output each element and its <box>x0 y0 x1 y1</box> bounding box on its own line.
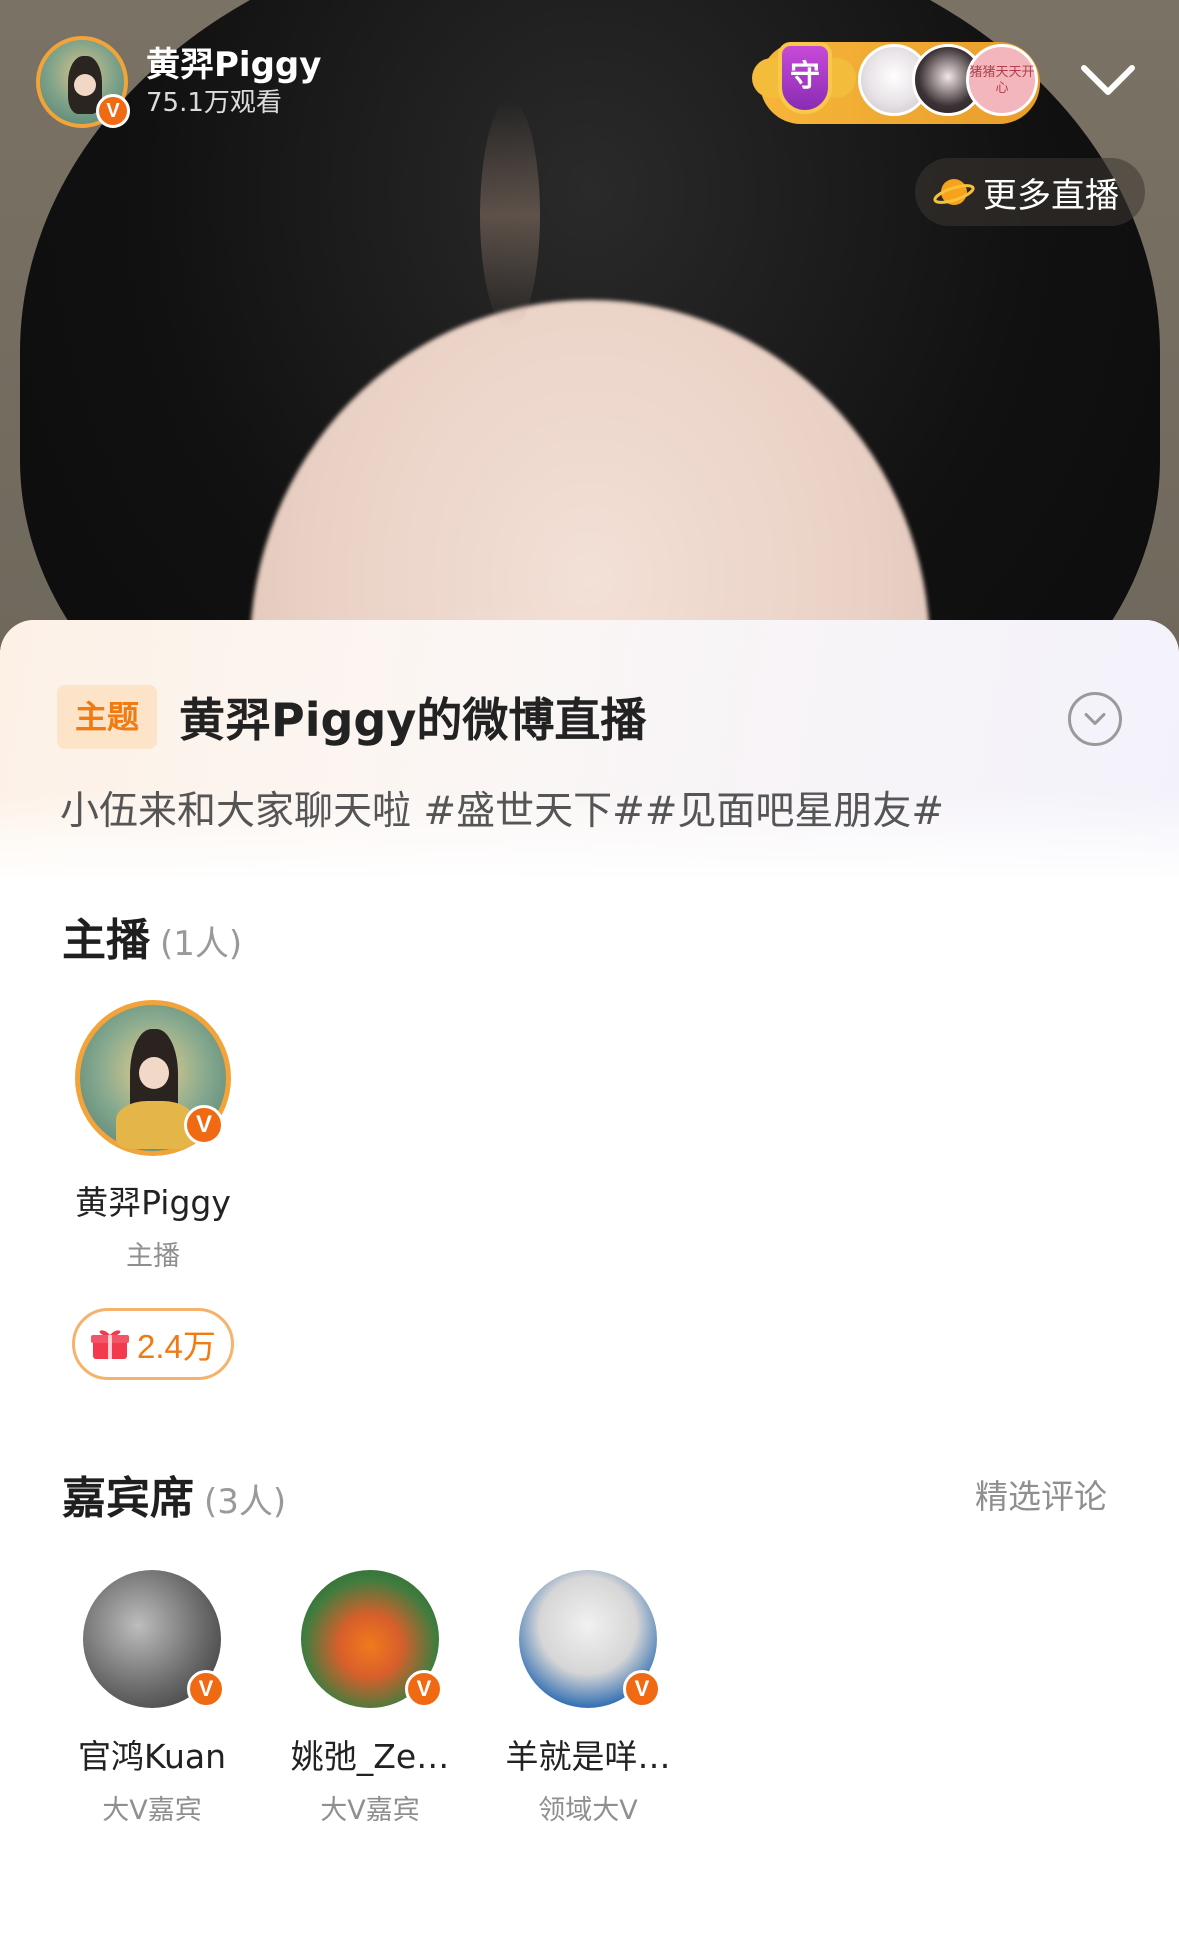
host-avatar[interactable]: V <box>36 36 130 128</box>
circle-chevron-icon[interactable] <box>1068 692 1122 746</box>
gift-count: 2.4万 <box>137 1328 216 1365</box>
guest-name: 官鸿Kuan <box>77 1737 227 1776</box>
video-hair-part <box>480 100 540 330</box>
guest-card[interactable]: V 官鸿Kuan 大V嘉宾 <box>52 1570 252 1827</box>
host-name: 黄羿Piggy <box>146 45 322 85</box>
live-info-sheet: 主题 黄羿Piggy的微博直播 小伍来和大家聊天啦 #盛世天下##见面吧星朋友#… <box>0 620 1179 1943</box>
more-live-button[interactable]: 更多直播 <box>915 158 1145 226</box>
guest-avatar[interactable]: V <box>301 1570 443 1708</box>
view-count: 75.1万观看 <box>146 88 282 118</box>
shield-icon[interactable]: 守 <box>752 36 856 128</box>
guest-name: 羊就是咩… <box>505 1737 671 1776</box>
planet-icon <box>933 179 975 205</box>
guard-label: 守 <box>778 42 832 114</box>
guest-role: 大V嘉宾 <box>320 1795 420 1826</box>
guest-role: 大V嘉宾 <box>102 1795 202 1826</box>
verified-badge-icon: V <box>187 1670 225 1708</box>
guest-card[interactable]: V 羊就是咩… 领域大V <box>488 1570 688 1827</box>
verified-badge-icon: V <box>96 94 130 128</box>
anchors-section-title: 主播 (1人) <box>62 915 243 966</box>
topic-row: 主题 黄羿Piggy的微博直播 <box>57 684 646 750</box>
anchor-role: 主播 <box>126 1241 180 1272</box>
guests-count: (3人) <box>204 1482 287 1522</box>
anchor-card[interactable]: V 黄羿Piggy 主播 <box>60 1000 246 1273</box>
gift-count-button[interactable]: 2.4万 <box>72 1308 234 1380</box>
guests-section-title: 嘉宾席 (3人) <box>62 1473 287 1524</box>
featured-comments-link[interactable]: 精选评论 <box>975 1470 1107 1518</box>
fan-avatar[interactable]: 猪猪天天开心 <box>966 44 1038 116</box>
topic-title: 黄羿Piggy的微博直播 <box>179 693 647 747</box>
guest-card[interactable]: V 姚弛_Ze… 大V嘉宾 <box>270 1570 470 1827</box>
more-live-label: 更多直播 <box>983 175 1119 216</box>
verified-badge-icon: V <box>405 1670 443 1708</box>
verified-badge-icon: V <box>623 1670 661 1708</box>
host-chip[interactable]: V 黄羿Piggy 75.1万观看 <box>36 32 336 132</box>
anchor-avatar[interactable]: V <box>75 1000 231 1156</box>
anchors-count: (1人) <box>160 924 243 964</box>
guest-avatar[interactable]: V <box>519 1570 661 1708</box>
chevron-down-icon[interactable] <box>1078 56 1138 106</box>
topic-description: 小伍来和大家聊天啦 #盛世天下##见面吧星朋友# <box>60 789 945 834</box>
guest-name: 姚弛_Ze… <box>290 1737 450 1776</box>
gift-icon <box>91 1330 129 1359</box>
guest-avatar[interactable]: V <box>83 1570 225 1708</box>
verified-badge-icon: V <box>184 1105 224 1145</box>
guest-role: 领域大V <box>538 1795 638 1826</box>
anchor-name: 黄羿Piggy <box>75 1183 231 1222</box>
topic-tag: 主题 <box>57 685 158 749</box>
